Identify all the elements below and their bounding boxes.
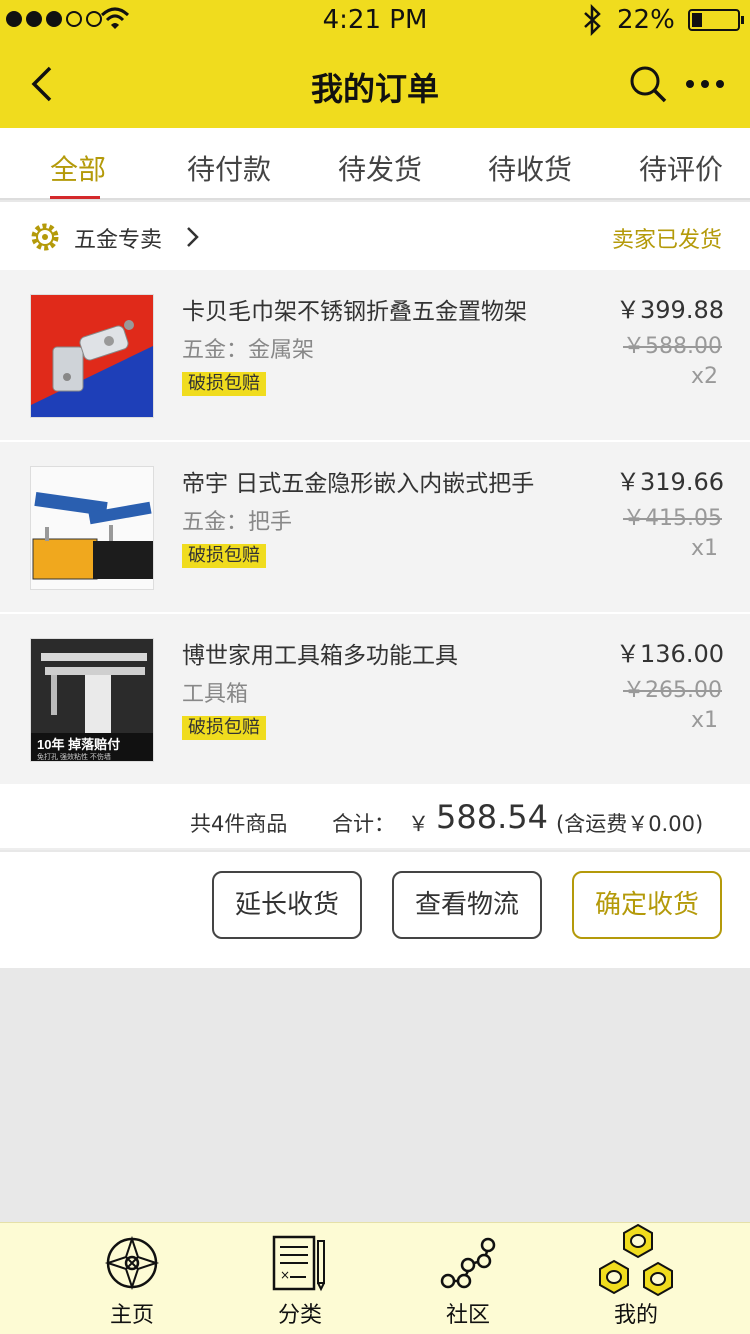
svg-text:×: × bbox=[280, 1268, 290, 1282]
confirm-receipt-button[interactable]: 确定收货 bbox=[572, 871, 722, 939]
tab-pending-receipt[interactable]: 待收货 bbox=[488, 148, 572, 188]
order-actions: 延长收货 查看物流 确定收货 bbox=[0, 852, 750, 968]
tab-pending-shipment[interactable]: 待发货 bbox=[338, 148, 422, 188]
order-status: 卖家已发货 bbox=[611, 228, 722, 253]
order-item[interactable]: 卡贝毛巾架不锈钢折叠五金置物架 五金：金属架 破损包赔 ￥399.88 ￥588… bbox=[0, 270, 750, 440]
home-icon bbox=[104, 1235, 160, 1291]
search-icon[interactable] bbox=[628, 64, 668, 104]
original-price: ￥415.05 bbox=[623, 506, 722, 531]
order-item[interactable]: 10年 掉落赔付 免打孔 强效粘性 不伤墙 博世家用工具箱多功能工具 工具箱 破… bbox=[0, 614, 750, 784]
battery-fill bbox=[692, 13, 702, 27]
shipping-fee: (含运费￥0.00) bbox=[556, 812, 704, 836]
original-price: ￥588.00 bbox=[623, 334, 722, 359]
product-price: ￥399.88 bbox=[616, 296, 724, 324]
product-quantity: x2 bbox=[690, 364, 718, 389]
chevron-right-icon bbox=[187, 227, 199, 247]
store-row[interactable]: 五金专卖 卖家已发货 bbox=[0, 202, 750, 270]
nav-community[interactable]: 社区 bbox=[408, 1223, 528, 1334]
nav-mine[interactable]: 我的 bbox=[576, 1223, 696, 1334]
view-logistics-button[interactable]: 查看物流 bbox=[392, 871, 542, 939]
product-image bbox=[30, 294, 154, 418]
tab-pending-review[interactable]: 待评价 bbox=[639, 148, 723, 188]
product-image bbox=[30, 466, 154, 590]
gear-icon bbox=[31, 223, 59, 251]
product-spec: 工具箱 bbox=[182, 682, 249, 707]
document-icon: × bbox=[272, 1235, 325, 1292]
product-name: 帝宇 日式五金隐形嵌入内嵌式把手 bbox=[182, 471, 535, 497]
tab-pending-payment[interactable]: 待付款 bbox=[187, 148, 271, 188]
nav-community-label: 社区 bbox=[445, 1303, 490, 1328]
product-name: 卡贝毛巾架不锈钢折叠五金置物架 bbox=[182, 299, 527, 325]
thumb-headline: 10年 掉落赔付 bbox=[37, 737, 120, 752]
order-tabs: 全部 待付款 待发货 待收货 待评价 bbox=[0, 128, 750, 200]
tab-all[interactable]: 全部 bbox=[50, 148, 106, 188]
thumb-subline: 免打孔 强效粘性 不伤墙 bbox=[37, 752, 111, 761]
product-price: ￥319.66 bbox=[616, 468, 724, 496]
product-name: 博世家用工具箱多功能工具 bbox=[182, 643, 458, 669]
damage-guarantee-badge: 破损包赔 bbox=[182, 372, 266, 396]
order-item[interactable]: 帝宇 日式五金隐形嵌入内嵌式把手 五金：把手 破损包赔 ￥319.66 ￥415… bbox=[0, 442, 750, 612]
damage-guarantee-badge: 破损包赔 bbox=[182, 544, 266, 568]
status-bar: 4:21 PM 22% bbox=[0, 0, 750, 40]
product-price: ￥136.00 bbox=[616, 640, 724, 668]
product-quantity: x1 bbox=[690, 536, 718, 561]
currency-symbol: ￥ bbox=[408, 812, 429, 836]
nav-home-label: 主页 bbox=[109, 1303, 154, 1328]
product-spec: 五金：金属架 bbox=[182, 338, 315, 363]
bluetooth-icon bbox=[584, 4, 601, 36]
original-price: ￥265.00 bbox=[623, 678, 722, 703]
bottom-tab-bar: 主页 × 分类 社区 我的 bbox=[0, 1222, 750, 1334]
more-icon[interactable] bbox=[686, 80, 724, 88]
extend-receipt-button[interactable]: 延长收货 bbox=[212, 871, 362, 939]
hex-nuts-icon bbox=[599, 1223, 673, 1297]
order-total: 588.54 bbox=[436, 798, 548, 836]
total-label: 合计： bbox=[332, 812, 395, 836]
battery-icon bbox=[688, 9, 744, 31]
header-bar: 4:21 PM 22% 我的订单 bbox=[0, 0, 750, 128]
nav-category[interactable]: × 分类 bbox=[240, 1223, 360, 1334]
product-quantity: x1 bbox=[690, 708, 718, 733]
community-chain-icon bbox=[440, 1237, 496, 1289]
damage-guarantee-badge: 破损包赔 bbox=[182, 716, 266, 740]
product-spec: 五金：把手 bbox=[182, 510, 293, 535]
nav-category-label: 分类 bbox=[277, 1303, 322, 1328]
nav-home[interactable]: 主页 bbox=[72, 1223, 192, 1334]
active-tab-indicator bbox=[50, 196, 100, 199]
battery-percent: 22% bbox=[617, 5, 675, 35]
order-summary: 共4件商品 合计： ￥ 588.54 (含运费￥0.00) bbox=[0, 784, 750, 850]
product-image: 10年 掉落赔付 免打孔 强效粘性 不伤墙 bbox=[30, 638, 154, 762]
store-name: 五金专卖 bbox=[74, 228, 163, 253]
nav-bar: 我的订单 bbox=[0, 40, 750, 128]
nav-mine-label: 我的 bbox=[613, 1303, 658, 1328]
item-count: 共4件商品 bbox=[190, 812, 288, 836]
